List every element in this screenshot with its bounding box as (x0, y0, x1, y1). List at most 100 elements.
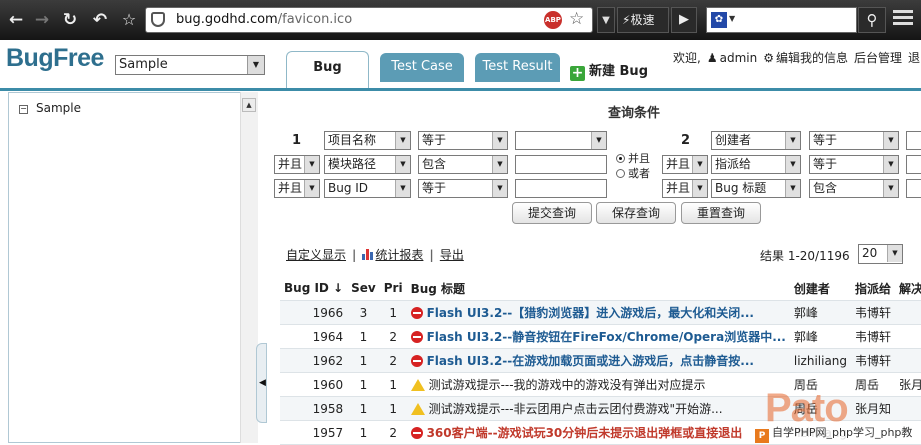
field-select-2[interactable]: Bug 标题 ▼ (711, 179, 801, 198)
cell-id[interactable]: 1966 (280, 300, 348, 325)
bugfree-logo: BugFree (6, 44, 104, 72)
custom-display-link[interactable]: 自定义显示 (286, 248, 346, 262)
paw-icon[interactable]: ✿ (711, 12, 727, 28)
cell-id[interactable]: 1958 (280, 396, 348, 421)
scroll-up-icon[interactable]: ▲ (242, 98, 256, 112)
operator-select-2[interactable]: 包含 ▼ (809, 179, 899, 198)
logic-select[interactable]: 并且 ▼ (274, 155, 320, 174)
admin-link[interactable]: 后台管理 (854, 51, 902, 65)
field-select[interactable]: Bug ID ▼ (324, 179, 411, 198)
logout-link[interactable]: 退出 (908, 51, 921, 65)
adblock-icon[interactable]: ABP (544, 11, 562, 29)
cell-title[interactable]: 测试游戏提示---非云团用户点击云团付费游戏"开始游... (406, 396, 790, 421)
field-select-2[interactable]: 指派给 ▼ (711, 155, 801, 174)
page-size-select[interactable]: 20 ▼ (858, 244, 903, 264)
operator-select-2[interactable]: 等于 ▼ (809, 131, 899, 150)
value-input-2[interactable] (906, 179, 921, 198)
collapse-icon[interactable]: − (19, 105, 28, 114)
speed-mode-button[interactable]: ⚡极速 (617, 7, 669, 33)
tab-test-case[interactable]: Test Case (380, 53, 464, 82)
cell-assignee: 韦博轩 (851, 324, 896, 349)
url-dropdown-icon[interactable]: ▼ (597, 7, 615, 33)
table-row[interactable]: 1962 1 2 Flash UI3.2--在游戏加载页面或进入游戏后，点击静音… (280, 348, 921, 373)
operator-select[interactable]: 等于 ▼ (418, 131, 508, 150)
address-bar[interactable]: bug.godhd.com/favicon.ico ABP ☆ (145, 7, 593, 33)
cell-title[interactable]: Flash UI3.2--【猎豹浏览器】进入游戏后，最大化和关闭... (406, 300, 790, 325)
report-link[interactable]: 统计报表 (375, 248, 423, 262)
edit-profile-link[interactable]: 编辑我的信息 (776, 51, 848, 65)
col-creator[interactable]: 创建者 (789, 276, 852, 301)
field-select[interactable]: 模块路径 ▼ (324, 155, 411, 174)
cell-creator: 郭峰 (789, 300, 852, 325)
project-select[interactable]: Sample ▼ (115, 55, 265, 75)
operator-select[interactable]: 等于 ▼ (418, 179, 508, 198)
tab-test-result[interactable]: Test Result (475, 53, 560, 82)
cell-title[interactable]: 测试游戏提示---我的游戏中的游戏没有弹出对应提示 (406, 372, 790, 397)
sidebar-toggle[interactable]: ◀ (256, 343, 267, 423)
tab-bug[interactable]: Bug (286, 51, 369, 88)
cell-pri: 2 (379, 420, 407, 445)
cell-id[interactable]: 1957 (280, 420, 348, 445)
col-resolver[interactable]: 解决者 (895, 276, 921, 301)
save-query-button[interactable]: 保存查询 (596, 202, 676, 224)
new-bug-button[interactable]: + 新建 Bug (570, 60, 648, 81)
play-icon[interactable]: ▶ (671, 7, 697, 33)
value-input[interactable] (515, 179, 607, 198)
cell-resolver: 张月知 (895, 372, 921, 397)
tree-label[interactable]: Sample (36, 101, 81, 115)
search-engine-box[interactable]: ✿ ▼ (706, 7, 857, 33)
cell-title[interactable]: 360客户端--游戏试玩30分钟后未提示退出弹框或直接退出 (406, 420, 790, 445)
results-count: 结果 1-20/1196 (760, 249, 850, 263)
value-input-2[interactable] (906, 131, 921, 150)
url-text[interactable]: bug.godhd.com/favicon.ico (176, 12, 352, 27)
table-row[interactable]: 1964 1 2 Flash UI3.2--静音按钮在FireFox/Chrom… (280, 324, 921, 349)
reset-query-button[interactable]: 重置查询 (681, 202, 761, 224)
table-row[interactable]: 1966 3 1 Flash UI3.2--【猎豹浏览器】进入游戏后，最大化和关… (280, 300, 921, 325)
chevron-left-icon[interactable]: ◀ (259, 378, 266, 388)
cell-id[interactable]: 1960 (280, 372, 348, 397)
favorite-star-icon[interactable]: ☆ (117, 8, 141, 32)
group-2-number: 2 (681, 133, 691, 148)
stop-icon (410, 307, 423, 319)
cell-title[interactable]: Flash UI3.2--在游戏加载页面或进入游戏后，点击静音按... (406, 348, 790, 373)
cell-resolver (895, 396, 921, 421)
cell-id[interactable]: 1964 (280, 324, 348, 349)
field-select-2[interactable]: 创建者 ▼ (711, 131, 801, 150)
cell-pri: 1 (379, 396, 407, 421)
search-icon[interactable]: ⚲ (858, 7, 886, 33)
operator-select-2[interactable]: 等于 ▼ (809, 155, 899, 174)
user-icon: ♟ (706, 51, 718, 65)
value-input-2[interactable] (906, 155, 921, 174)
back-icon[interactable]: ← (4, 8, 28, 32)
col-pri[interactable]: Pri (379, 276, 407, 301)
col-sev[interactable]: Sev (347, 276, 380, 301)
cell-creator: lizhiliang (789, 348, 852, 373)
submit-query-button[interactable]: 提交查询 (512, 202, 592, 224)
value-select[interactable]: ▼ (515, 131, 607, 150)
cell-id[interactable]: 1962 (280, 348, 348, 373)
undo-icon[interactable]: ↶ (88, 8, 112, 32)
logic-select-2[interactable]: 并且 ▼ (662, 179, 708, 198)
chevron-down-icon[interactable]: ▼ (247, 56, 264, 74)
value-input[interactable] (515, 155, 607, 174)
field-select[interactable]: 项目名称 ▼ (324, 131, 411, 150)
cell-title[interactable]: Flash UI3.2--静音按钮在FireFox/Chrome/Opera浏览… (406, 324, 790, 349)
shield-icon (151, 12, 165, 27)
cell-assignee: 周岳 (851, 372, 896, 397)
export-link[interactable]: 导出 (440, 248, 464, 262)
menu-icon[interactable] (893, 10, 913, 28)
chevron-down-icon[interactable]: ▼ (729, 14, 735, 23)
tree-item-sample[interactable]: − Sample (19, 101, 81, 115)
radio-and[interactable]: 并且 (616, 150, 650, 166)
col-title[interactable]: Bug 标题 (406, 276, 790, 301)
bookmark-star-icon[interactable]: ☆ (569, 9, 584, 29)
logic-select-2[interactable]: 并且 ▼ (662, 155, 708, 174)
warning-icon (410, 379, 425, 391)
col-assignee[interactable]: 指派给 (851, 276, 896, 301)
forward-icon[interactable]: → (30, 8, 54, 32)
col-bug-id[interactable]: Bug ID ↓ (280, 276, 348, 301)
operator-select[interactable]: 包含 ▼ (418, 155, 508, 174)
refresh-icon[interactable]: ↻ (58, 8, 82, 32)
radio-or[interactable]: 或者 (616, 165, 650, 181)
logic-select[interactable]: 并且 ▼ (274, 179, 320, 198)
